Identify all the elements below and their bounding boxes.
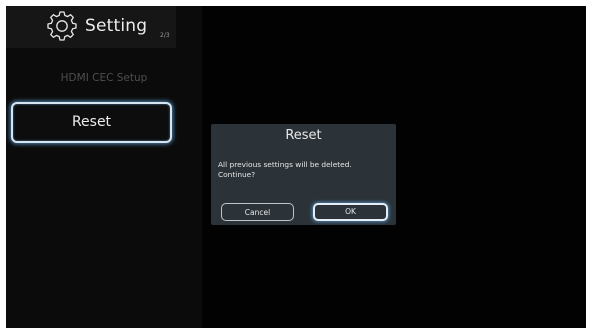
dialog-message-line2: Continue? bbox=[218, 170, 256, 179]
tv-screen: Setting 2/3 HDMI CEC Setup Reset Reset A… bbox=[6, 6, 586, 328]
dialog-message: All previous settings will be deleted. C… bbox=[218, 160, 393, 180]
ok-button[interactable]: OK bbox=[313, 203, 388, 221]
menu-item-reset-label: Reset bbox=[71, 114, 112, 130]
page-title: Setting bbox=[85, 16, 148, 36]
gear-icon bbox=[47, 11, 77, 41]
settings-header: Setting 2/3 bbox=[6, 6, 176, 48]
dialog-message-line1: All previous settings will be deleted. bbox=[218, 160, 352, 169]
settings-sidebar: Setting 2/3 HDMI CEC Setup Reset bbox=[6, 6, 202, 328]
dialog-title: Reset bbox=[285, 128, 322, 143]
menu-item-hdmi-cec-setup[interactable]: HDMI CEC Setup bbox=[6, 72, 202, 84]
page-indicator: 2/3 bbox=[160, 32, 170, 39]
menu-item-reset[interactable]: Reset bbox=[11, 102, 172, 143]
reset-confirm-dialog: Reset All previous settings will be dele… bbox=[211, 124, 396, 225]
cancel-button[interactable]: Cancel bbox=[221, 203, 294, 221]
